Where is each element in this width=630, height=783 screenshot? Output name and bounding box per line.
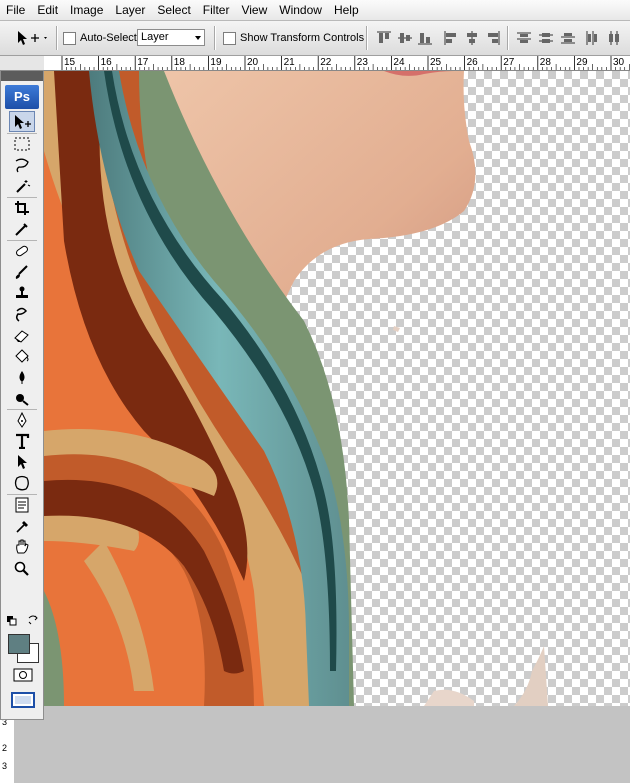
- align-top-icon[interactable]: [376, 30, 392, 46]
- move-tool-preset-icon[interactable]: [14, 21, 48, 55]
- ps-logo: Ps: [5, 85, 39, 109]
- menu-layer[interactable]: Layer: [109, 0, 151, 20]
- menu-filter[interactable]: Filter: [197, 0, 236, 20]
- auto-select-label: Auto-Select:: [80, 32, 140, 44]
- crop-tool-icon[interactable]: [9, 197, 35, 218]
- align-left-icon[interactable]: [443, 30, 459, 46]
- ruler-label: 27: [503, 57, 515, 68]
- foreground-color-swatch[interactable]: [8, 634, 30, 654]
- zoom-tool-icon[interactable]: [9, 557, 35, 578]
- auto-select-dropdown[interactable]: Layer: [137, 29, 205, 46]
- menu-file[interactable]: File: [0, 0, 31, 20]
- align-vcenter-icon[interactable]: [397, 30, 413, 46]
- ruler-label: 26: [467, 57, 479, 68]
- paint-bucket-icon[interactable]: [9, 345, 35, 366]
- eyedropper-tool-icon[interactable]: [9, 515, 35, 536]
- ruler-label: 18: [174, 57, 186, 68]
- custom-shape-icon[interactable]: [9, 472, 35, 493]
- pasteboard: [14, 706, 630, 783]
- move-tool-icon[interactable]: [9, 111, 35, 132]
- menu-bar: File Edit Image Layer Select Filter View Window…: [0, 0, 630, 21]
- notes-tool-icon[interactable]: [9, 494, 35, 515]
- eyedropper-slice-icon[interactable]: [9, 218, 35, 239]
- clone-stamp-icon[interactable]: [9, 282, 35, 303]
- blur-tool-icon[interactable]: [9, 366, 35, 387]
- ruler-label: 23: [357, 57, 369, 68]
- ruler-label: 21: [284, 57, 296, 68]
- eraser-tool-icon[interactable]: [9, 324, 35, 345]
- ruler-label: 28: [540, 57, 552, 68]
- lasso-tool-icon[interactable]: [9, 154, 35, 175]
- history-brush-icon[interactable]: [9, 303, 35, 324]
- dodge-tool-icon[interactable]: [9, 387, 35, 408]
- ruler-label: 30: [613, 57, 625, 68]
- horizontal-ruler: 15 16 17 18 19 20 21 22 23 24 25 26 27 28 29 30: [44, 56, 630, 71]
- menu-select[interactable]: Select: [151, 0, 196, 20]
- quick-mask-icon[interactable]: [13, 668, 33, 685]
- healing-brush-icon[interactable]: [9, 240, 35, 261]
- ruler-label: 25: [430, 57, 442, 68]
- align-hcenter-icon[interactable]: [464, 30, 480, 46]
- hand-tool-icon[interactable]: [9, 536, 35, 557]
- auto-select-checkbox[interactable]: Auto-Select:: [63, 21, 140, 55]
- menu-image[interactable]: Image: [64, 0, 109, 20]
- ruler-label: 20: [247, 57, 259, 68]
- tools-panel: Ps: [0, 70, 44, 720]
- distribute-left-icon[interactable]: [584, 30, 600, 46]
- ruler-label: 17: [137, 57, 149, 68]
- ruler-label: 29: [576, 57, 588, 68]
- ruler-label-3b: 3: [2, 761, 8, 771]
- auto-select-value: Layer: [141, 31, 169, 43]
- marquee-tool-icon[interactable]: [9, 133, 35, 154]
- artwork: [44, 71, 548, 706]
- pen-tool-icon[interactable]: [9, 409, 35, 430]
- ruler-label: 24: [393, 57, 405, 68]
- ruler-origin[interactable]: [0, 56, 44, 70]
- brush-tool-icon[interactable]: [9, 261, 35, 282]
- distribute-vcenter-icon[interactable]: [538, 30, 554, 46]
- chevron-down-icon: [195, 36, 201, 40]
- distribute-hcenter-icon[interactable]: [606, 30, 622, 46]
- menu-help[interactable]: Help: [328, 0, 365, 20]
- menu-edit[interactable]: Edit: [31, 0, 64, 20]
- path-selection-icon[interactable]: [9, 451, 35, 472]
- type-tool-icon[interactable]: [9, 430, 35, 451]
- show-transform-controls-checkbox[interactable]: Show Transform Controls: [223, 21, 364, 55]
- distribute-top-icon[interactable]: [516, 30, 532, 46]
- ruler-label: 19: [210, 57, 222, 68]
- swap-colors-icon[interactable]: [27, 614, 39, 629]
- show-transform-label: Show Transform Controls: [240, 32, 365, 44]
- default-colors-icon[interactable]: [7, 615, 17, 629]
- ruler-label: 22: [320, 57, 332, 68]
- align-bottom-icon[interactable]: [417, 30, 433, 46]
- panel-grip[interactable]: [1, 71, 43, 81]
- ruler-label: 15: [64, 57, 76, 68]
- magic-wand-tool-icon[interactable]: [9, 175, 35, 196]
- options-bar: Auto-Select: Layer Show Transform Contro…: [0, 21, 630, 56]
- menu-view[interactable]: View: [235, 0, 273, 20]
- distribute-bottom-icon[interactable]: [560, 30, 576, 46]
- ruler-label-2: 2: [2, 743, 8, 753]
- menu-window[interactable]: Window: [273, 0, 328, 20]
- ruler-label: 16: [101, 57, 113, 68]
- screen-mode-icon[interactable]: [11, 692, 35, 711]
- align-right-icon[interactable]: [485, 30, 501, 46]
- document-canvas[interactable]: [44, 71, 630, 706]
